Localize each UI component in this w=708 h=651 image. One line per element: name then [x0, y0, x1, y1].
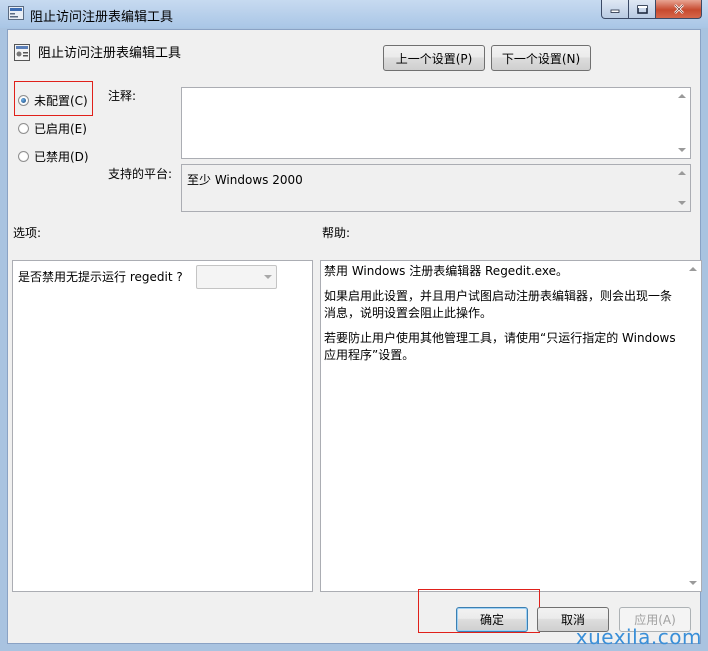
radio-label: 未配置(C)	[34, 94, 88, 108]
setting-name: 阻止访问注册表编辑工具	[38, 46, 182, 61]
scroll-up-icon	[678, 94, 686, 98]
radio-unchecked-icon	[18, 151, 29, 162]
maximize-icon	[636, 4, 648, 14]
chevron-down-icon	[264, 275, 272, 279]
dialog-body: 阻止访问注册表编辑工具 上一个设置(P) 下一个设置(N) 未配置(C) 已启用…	[7, 29, 702, 644]
options-label: 选项:	[13, 226, 42, 240]
radio-label: 已禁用(D)	[34, 150, 89, 164]
help-panel: 禁用 Windows 注册表编辑器 Regedit.exe。 如果启用此设置，并…	[320, 260, 702, 592]
radio-checked-icon	[18, 95, 29, 106]
scroll-up-icon	[689, 267, 697, 271]
scroll-down-icon	[689, 581, 697, 585]
title-bar[interactable]: 阻止访问注册表编辑工具	[0, 0, 708, 28]
platform-label: 支持的平台:	[108, 167, 173, 181]
disable-silent-regedit-combo[interactable]	[196, 265, 277, 289]
scroll-up-icon	[678, 171, 686, 175]
dialog-window: 阻止访问注册表编辑工具 阻止访问注册表编辑工具 上一个设置(P) 下一个设置(N…	[0, 0, 708, 651]
minimize-icon	[610, 9, 620, 13]
help-scrollbar[interactable]	[685, 261, 701, 591]
close-button[interactable]	[656, 0, 702, 19]
scroll-down-icon	[678, 148, 686, 152]
minimize-button[interactable]	[601, 0, 629, 19]
comment-scrollbar[interactable]	[674, 88, 690, 158]
radio-not-configured[interactable]: 未配置(C)	[18, 92, 88, 109]
ok-button[interactable]: 确定	[456, 607, 528, 632]
radio-enabled[interactable]: 已启用(E)	[18, 120, 87, 137]
platform-scrollbar[interactable]	[674, 165, 690, 211]
help-text: 禁用 Windows 注册表编辑器 Regedit.exe。 如果启用此设置，并…	[324, 263, 678, 372]
maximize-button[interactable]	[629, 0, 656, 19]
help-paragraph: 若要防止用户使用其他管理工具，请使用“只运行指定的 Windows 应用程序”设…	[324, 331, 676, 362]
close-icon	[673, 4, 684, 14]
next-setting-button[interactable]: 下一个设置(N)	[491, 45, 591, 71]
policy-editor-icon	[8, 6, 24, 20]
window-controls	[601, 0, 702, 20]
watermark: xuexila.com	[575, 625, 702, 649]
setting-icon	[14, 44, 30, 61]
platform-field: 至少 Windows 2000	[181, 164, 691, 212]
options-panel: 是否禁用无提示运行 regedit ?	[12, 260, 313, 592]
radio-label: 已启用(E)	[34, 122, 87, 136]
help-label: 帮助:	[322, 226, 351, 240]
radio-disabled[interactable]: 已禁用(D)	[18, 148, 89, 165]
platform-value: 至少 Windows 2000	[187, 173, 303, 187]
window-title: 阻止访问注册表编辑工具	[30, 10, 174, 25]
previous-setting-button[interactable]: 上一个设置(P)	[383, 45, 485, 71]
comment-label: 注释:	[108, 89, 137, 103]
options-question: 是否禁用无提示运行 regedit ?	[18, 270, 183, 284]
help-paragraph: 禁用 Windows 注册表编辑器 Regedit.exe。	[324, 264, 568, 278]
radio-unchecked-icon	[18, 123, 29, 134]
help-paragraph: 如果启用此设置，并且用户试图启动注册表编辑器，则会出现一条消息，说明设置会阻止此…	[324, 289, 673, 320]
scroll-down-icon	[678, 201, 686, 205]
comment-textarea[interactable]	[181, 87, 691, 159]
